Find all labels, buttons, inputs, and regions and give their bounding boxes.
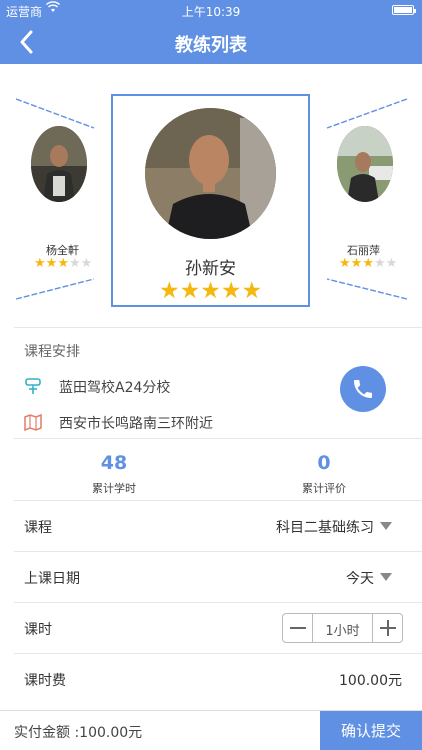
date-select[interactable]: 今天 [346,568,374,588]
plus-icon[interactable] [372,614,402,642]
app-header: 运营商 上午10:39 教练列表 [0,0,422,64]
stat-reviews-label: 累计评价 [302,482,346,495]
stat-hours-label: 累计学时 [92,482,136,495]
school-name: 蓝田驾校A24分校 [59,380,171,396]
divider [14,438,422,439]
phone-icon [354,380,372,398]
star-filled-icon: ★ [45,256,58,271]
duration-value: 1小时 [325,624,360,639]
star-filled-icon: ★ [220,278,242,304]
nav-bar: 教练列表 [0,20,422,64]
coach-card-selected[interactable]: 孙新安 ★★★★★ [111,94,310,307]
star-empty-icon: ★ [80,256,93,271]
stat-hours-value: 48 [100,452,128,474]
course-row[interactable]: 课程 科目二基础练习 [0,501,422,551]
star-filled-icon: ★ [179,278,201,304]
fee-value: 100.00元 [339,673,402,689]
stat-hours: 48 累计学时 [44,452,184,496]
star-filled-icon: ★ [34,256,46,271]
coach-card-right[interactable]: 石丽萍 ★★★★★ [325,94,422,304]
divider [14,327,422,328]
coach-avatar-selected [145,108,276,239]
star-filled-icon: ★ [362,256,374,271]
coach-name-selected: 孙新安 [185,259,236,279]
star-filled-icon: ★ [57,256,69,271]
bottom-bar: 实付金额 :100.00元 确认提交 [0,710,422,750]
submit-button[interactable]: 确认提交 [320,711,422,750]
star-empty-icon: ★ [68,256,81,271]
coach-card-left[interactable]: 杨全軒 ★★★★★ [14,94,114,304]
course-label: 课程 [24,520,52,536]
duration-row: 课时 1小时 [0,603,422,653]
star-filled-icon: ★ [158,278,180,304]
date-label: 上课日期 [24,571,80,587]
star-filled-icon: ★ [241,278,263,304]
star-empty-icon: ★ [373,256,386,271]
duration-label: 课时 [24,622,52,638]
minus-icon[interactable] [283,614,313,642]
chevron-down-icon[interactable] [380,522,392,530]
rating-stars-selected: ★★★★★ [113,278,308,304]
star-filled-icon: ★ [350,256,363,271]
status-bar: 运营商 上午10:39 [0,0,422,20]
schedule-section-title: 课程安排 [24,344,80,360]
rating-stars-left: ★★★★★ [34,256,92,271]
call-button[interactable] [340,366,386,412]
page-title: 教练列表 [175,35,247,56]
chevron-down-icon[interactable] [380,573,392,581]
star-empty-icon: ★ [385,256,398,271]
star-filled-icon: ★ [200,278,221,304]
coach-carousel[interactable]: 杨全軒 ★★★★★ 孙新安 ★★★★★ 石丽萍 ★★★★★ [0,64,422,326]
course-select[interactable]: 科目二基础练习 [276,517,374,537]
address-text: 西安市长鸣路南三环附近 [59,416,213,432]
status-time: 上午10:39 [181,5,241,19]
date-row[interactable]: 上课日期 今天 [0,552,422,602]
pin-icon [24,377,42,395]
battery-icon [392,5,416,15]
rating-stars-right: ★★★★★ [339,256,397,271]
fee-label: 课时费 [24,673,66,689]
coach-avatar-left [31,126,87,202]
stat-reviews-value: 0 [317,452,331,474]
fee-row: 课时费 100.00元 [0,654,422,704]
stat-reviews: 0 累计评价 [254,452,394,496]
duration-stepper[interactable]: 1小时 [282,613,403,643]
map-icon [24,413,42,432]
coach-avatar-right [337,126,393,202]
payment-amount: 实付金额 :100.00元 [14,725,143,741]
star-filled-icon: ★ [339,256,351,271]
